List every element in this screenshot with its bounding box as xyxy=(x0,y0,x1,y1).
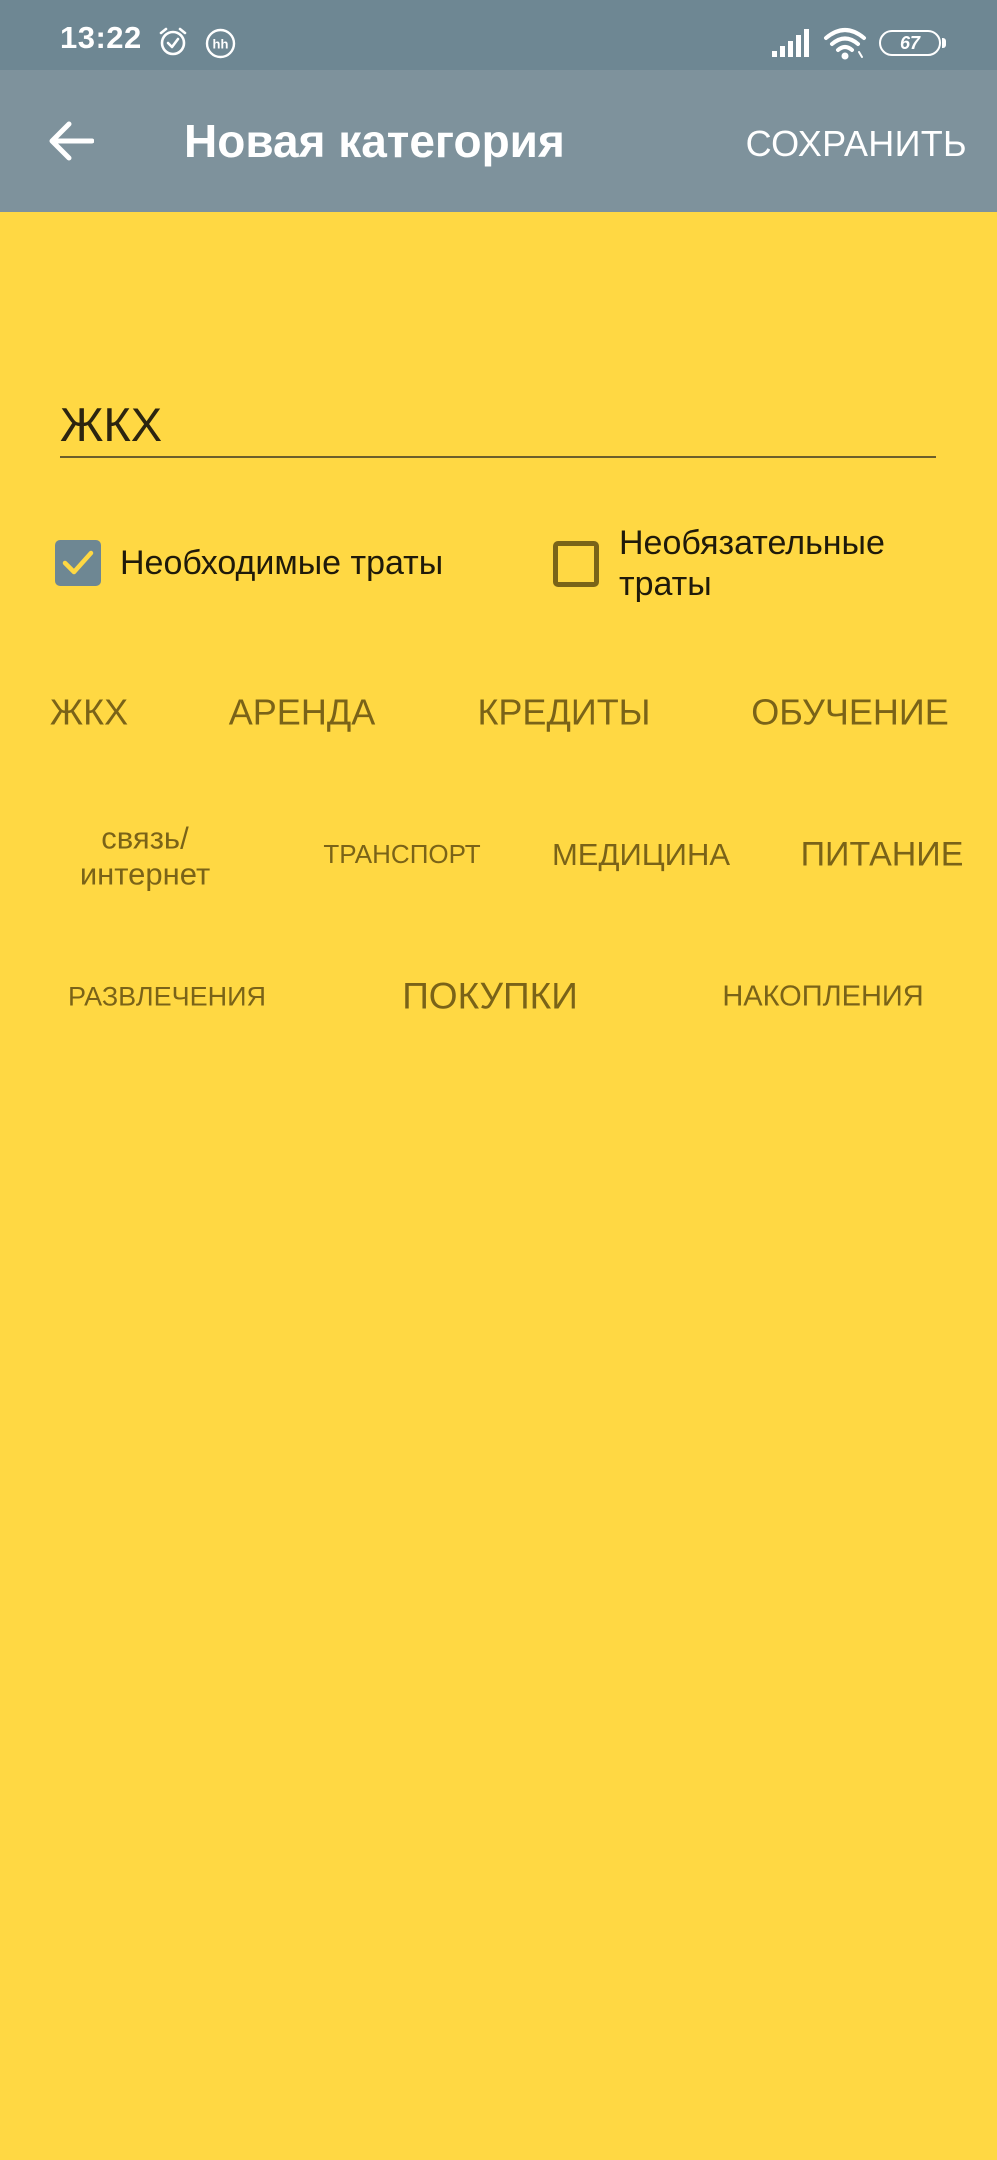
chip-pitanie[interactable]: ПИТАНИЕ xyxy=(801,835,964,874)
chip-pokupki[interactable]: ПОКУПКИ xyxy=(402,976,578,1019)
chip-medicina[interactable]: МЕДИЦИНА xyxy=(552,837,730,873)
cell-signal-icon xyxy=(772,29,809,57)
optional-expenses-label: Необязательные траты xyxy=(619,524,885,603)
chip-svyaz-internet[interactable]: связь/ интернет xyxy=(65,820,225,891)
hh-icon: hh xyxy=(205,28,236,59)
chip-nakopleniya[interactable]: НАКОПЛЕНИЯ xyxy=(722,980,923,1013)
chip-kredity[interactable]: КРЕДИТЫ xyxy=(477,691,650,732)
chip-transport[interactable]: ТРАНСПОРТ xyxy=(323,839,480,870)
status-bar: 13:22 hh 67 xyxy=(0,0,997,70)
app-toolbar: Новая категория СОХРАНИТЬ xyxy=(0,70,997,212)
page-title: Новая категория xyxy=(184,115,565,167)
battery-icon: 67 xyxy=(879,30,941,56)
chip-zhkh[interactable]: ЖКХ xyxy=(50,691,128,732)
category-name-input[interactable] xyxy=(60,392,936,458)
chip-arenda[interactable]: АРЕНДА xyxy=(229,691,375,732)
required-expenses-checkbox[interactable]: Необходимые траты xyxy=(55,540,443,586)
chip-obuchenie[interactable]: ОБУЧЕНИЕ xyxy=(751,691,949,732)
checkbox-unchecked[interactable] xyxy=(553,541,599,587)
status-time: 13:22 xyxy=(60,20,142,55)
checkbox-checked[interactable] xyxy=(55,540,101,586)
optional-expenses-checkbox[interactable]: Необязательные траты xyxy=(553,523,939,605)
alarm-icon xyxy=(159,27,187,56)
svg-text:hh: hh xyxy=(213,37,229,52)
wifi-icon xyxy=(824,28,866,60)
battery-tip xyxy=(942,38,946,48)
back-button[interactable] xyxy=(36,110,106,172)
chip-razvlecheniya[interactable]: РАЗВЛЕЧЕНИЯ xyxy=(68,981,266,1012)
battery-level: 67 xyxy=(899,32,921,53)
arrow-left-icon xyxy=(49,121,94,161)
required-expenses-label: Необходимые траты xyxy=(120,543,444,582)
checkmark-icon xyxy=(62,550,94,575)
save-button[interactable]: СОХРАНИТЬ xyxy=(746,122,967,165)
